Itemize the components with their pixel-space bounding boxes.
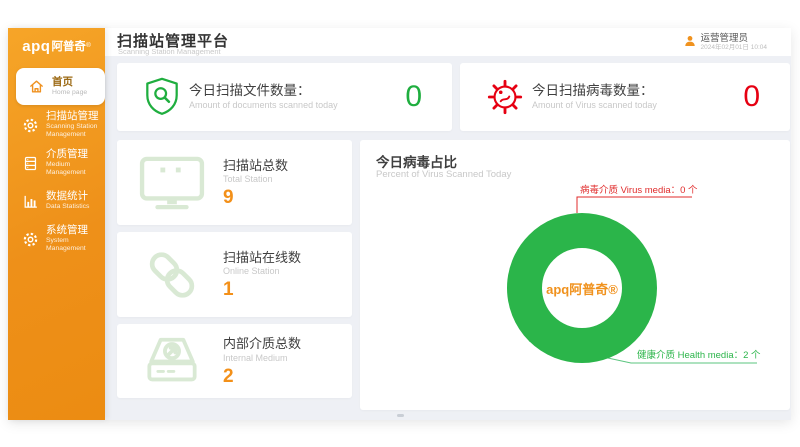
stat-card-documents: 今日扫描文件数量： Amount of documents scanned to…	[117, 63, 452, 131]
stat-card-total-station: 扫描站总数 Total Station 9	[117, 140, 352, 225]
logo-cn-text: 阿普奇	[51, 38, 86, 54]
page-subtitle: Scanning Station Management	[118, 47, 221, 56]
bar-chart-icon	[22, 193, 39, 210]
main-area: 扫描站管理平台 Scanning Station Management 运营管理…	[105, 28, 791, 420]
gear-icon	[22, 231, 39, 248]
shield-scan-icon	[143, 76, 181, 118]
scroll-handle[interactable]	[397, 414, 404, 417]
server-icon	[22, 155, 39, 172]
user-avatar-icon	[684, 34, 696, 46]
sidebar-item-label: 首页	[52, 76, 87, 89]
virus-percent-chart-panel: 今日病毒占比 Percent of Virus Scanned Today ap…	[360, 140, 790, 410]
donut-center-logo: apq阿普奇®	[507, 213, 657, 363]
app-window: apq阿普奇® 首页 Home page 扫描站管理 Scanning Stat…	[8, 28, 791, 420]
storage-drive-icon	[135, 330, 209, 392]
sidebar-item-sublabel: System Management	[46, 237, 105, 254]
documents-value: 0	[405, 82, 422, 112]
virus-value: 0	[743, 82, 760, 112]
sidebar-item-sublabel: Data Statistics	[46, 203, 89, 211]
user-name: 运营管理员	[701, 33, 768, 44]
stat-title: 扫描站在线数	[223, 250, 301, 266]
page-header: 扫描站管理平台 Scanning Station Management 运营管理…	[105, 28, 791, 56]
sidebar-item-label: 扫描站管理	[46, 110, 99, 123]
sidebar-item-sublabel: Home page	[52, 89, 87, 97]
sidebar-item-system-management[interactable]: 系统管理 System Management	[8, 220, 105, 258]
sidebar-item-label: 系统管理	[46, 224, 105, 237]
stat-subtitle: Total Station	[223, 174, 288, 186]
gear-icon	[22, 117, 39, 134]
stat-title: 今日扫描文件数量：	[189, 83, 338, 100]
stat-title: 扫描站总数	[223, 158, 288, 174]
user-datetime: 2024年02月01日 10:04	[701, 44, 768, 52]
sidebar-item-label: 数据统计	[46, 190, 89, 203]
user-info[interactable]: 运营管理员 2024年02月01日 10:04	[684, 33, 768, 53]
total-station-value: 9	[223, 188, 288, 207]
stat-subtitle: Online Station	[223, 266, 301, 278]
stat-subtitle: Amount of Virus scanned today	[532, 100, 657, 112]
stat-title: 今日扫描病毒数量：	[532, 83, 657, 100]
sidebar-item-label: 介质管理	[46, 148, 88, 161]
monitor-icon	[135, 152, 209, 214]
sidebar-item-scanning-station-management[interactable]: 扫描站管理 Scanning Station Management	[8, 106, 105, 144]
virus-media-annotation: 病毒介质 Virus media：0 个	[580, 182, 698, 196]
stat-card-internal-medium: 内部介质总数 Internal Medium 2	[117, 324, 352, 398]
health-media-annotation: 健康介质 Health media：2 个	[637, 347, 761, 361]
dashboard-content: 今日扫描文件数量： Amount of documents scanned to…	[105, 56, 791, 420]
sidebar-item-home[interactable]: 首页 Home page	[16, 68, 105, 105]
online-station-value: 1	[223, 280, 301, 299]
stat-title: 内部介质总数	[223, 336, 301, 352]
registered-mark: ®	[86, 41, 91, 51]
virus-icon	[486, 76, 524, 118]
internal-medium-value: 2	[223, 367, 301, 386]
sidebar-item-medium-management[interactable]: 介质管理 Medium Management	[8, 144, 105, 182]
sidebar: apq阿普奇® 首页 Home page 扫描站管理 Scanning Stat…	[8, 28, 105, 420]
stat-subtitle: Amount of documents scanned today	[189, 100, 338, 112]
logo-latin-text: apq	[22, 38, 50, 55]
stat-card-online-station: 扫描站在线数 Online Station 1	[117, 232, 352, 317]
sidebar-item-sublabel: Scanning Station Management	[46, 123, 99, 140]
home-icon	[28, 78, 45, 95]
stat-subtitle: Internal Medium	[223, 353, 301, 365]
stat-card-virus: 今日扫描病毒数量： Amount of Virus scanned today …	[460, 63, 790, 131]
chain-link-icon	[135, 244, 209, 306]
sidebar-item-sublabel: Medium Management	[46, 161, 88, 178]
sidebar-logo: apq阿普奇®	[8, 28, 105, 64]
sidebar-item-data-statistics[interactable]: 数据统计 Data Statistics	[8, 182, 105, 220]
